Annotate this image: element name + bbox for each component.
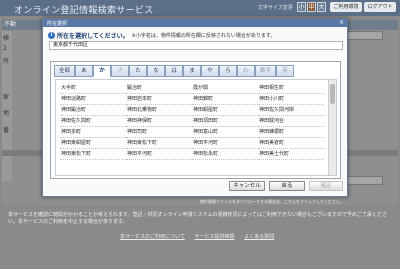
place-item[interactable]: 鍛冶町 (126, 83, 192, 94)
download-notice: 物件情報ファイルをダウンロードする場合は、こちらをクリックしてください。 (200, 199, 344, 204)
background-side-label: 地 (3, 110, 10, 117)
place-item[interactable]: 神田東紺屋町 (60, 138, 126, 149)
place-item[interactable]: 神田松永町 (192, 149, 258, 160)
cancel-button[interactable]: キャンセル (229, 181, 265, 191)
back-button[interactable]: 戻る (269, 181, 305, 191)
background-button (343, 176, 383, 185)
kana-tab[interactable]: あ (75, 65, 93, 77)
kana-tab[interactable]: ま (183, 65, 201, 77)
place-item[interactable]: 神田平河町 (192, 138, 258, 149)
link-service-hours[interactable]: サービス提供時間 (194, 234, 234, 240)
kana-tab[interactable]: か (93, 65, 111, 77)
confirm-button[interactable]: 確定 (309, 181, 343, 191)
app-title: オンライン登記情報検索サービス (14, 6, 154, 16)
place-item[interactable]: 神田鍛冶町 (60, 105, 126, 116)
kana-tabs: 全部あかさたなはまやらわ数字英 (54, 65, 294, 77)
kana-picker: 全部あかさたなはまやらわ数字英 大手町 鍛冶町 霞が関 神田相生町神田淡路町 神田岩本町… (50, 61, 341, 179)
place-item[interactable]: 神田紺屋町 (192, 105, 258, 116)
logout-button[interactable]: ログアウト (364, 2, 396, 12)
kana-tab[interactable]: わ (237, 65, 255, 77)
place-item[interactable]: 神田相生町 (258, 83, 324, 94)
kana-tab[interactable]: た (129, 65, 147, 77)
kana-tab[interactable]: 英 (276, 65, 294, 77)
background-sidebar (2, 31, 12, 181)
place-item[interactable]: 神田東松下町 (60, 149, 126, 160)
dialog-title: 所在選択 (47, 20, 68, 27)
place-list-scrollbar[interactable] (328, 80, 336, 175)
footer-links: 本サービスのご利用について サービス提供時間 よくある質問 (120, 233, 282, 240)
place-item[interactable]: 神田平河町 (126, 149, 192, 160)
font-size-large-button[interactable]: 大 (317, 2, 326, 12)
kana-tab[interactable]: さ (111, 65, 129, 77)
kana-tab[interactable]: 全部 (54, 65, 75, 77)
background-side-label: 所 (3, 58, 10, 65)
background-side-label: 番 (3, 127, 10, 134)
place-item[interactable]: 神田練塀町 (258, 127, 324, 138)
dialog-footer: キャンセル 戻る 確定 (43, 181, 349, 195)
place-item[interactable]: 神田司町 (126, 127, 192, 138)
place-item[interactable]: 神田佐久間町 (60, 116, 126, 127)
background-button (343, 31, 383, 40)
place-item[interactable]: 神田小川町 (258, 94, 324, 105)
instruction-row: i 所在を選択してください。 ※小字名は、物件情報の所在欄に反映されない場合があ… (48, 31, 275, 40)
instruction-note: ※小字名は、物件情報の所在欄に反映されない場合があります。 (131, 33, 276, 39)
place-grid: 大手町 鍛冶町 霞が関 神田相生町 神田淡路町 神田岩本町 神田錦町 神田小川町 神田鍛冶町 神田… (60, 83, 324, 160)
instruction-text: 所在を選択してください。 (57, 33, 129, 40)
kana-tab[interactable]: 数字 (255, 65, 276, 77)
place-item[interactable]: 神田東松下町 (126, 138, 192, 149)
kana-tab[interactable]: な (147, 65, 165, 77)
place-item[interactable]: 神田錦町 (192, 94, 258, 105)
place-item[interactable]: 神田多町 (60, 127, 126, 138)
close-icon[interactable]: × (339, 19, 344, 27)
info-icon: i (48, 32, 55, 39)
place-item[interactable]: 神田神保町 (126, 116, 192, 127)
place-list: 大手町 鍛冶町 霞が関 神田相生町 神田淡路町 神田岩本町 神田錦町 神田小川町 神田鍛冶町 神田… (55, 79, 337, 176)
place-item[interactable]: 神田淡路町 (60, 94, 126, 105)
place-item[interactable]: 神田美土代町 (258, 149, 324, 160)
place-item[interactable]: 神田北乗物町 (126, 105, 192, 116)
selected-address-field[interactable]: 東京都千代田区 (49, 41, 343, 50)
usage-environment-button[interactable]: ご利用環境 (330, 2, 362, 12)
dialog-titlebar: 所在選択 (43, 19, 347, 27)
scrollbar-thumb[interactable] (330, 84, 335, 104)
place-item[interactable]: 霞が関 (192, 83, 258, 94)
link-faq[interactable]: よくある質問 (244, 234, 274, 240)
footnote-text: 本サービスを確認に時間がかかることが考えられます。登記・供託オンライン申請システ… (8, 212, 387, 225)
link-about-service[interactable]: 本サービスのご利用について (120, 234, 185, 240)
location-select-dialog: 所在選択 × i 所在を選択してください。 ※小字名は、物件情報の所在欄に反映さ… (42, 18, 348, 197)
place-item[interactable]: 大手町 (60, 83, 126, 94)
kana-tab[interactable]: は (165, 65, 183, 77)
place-item[interactable]: 神田岩本町 (126, 94, 192, 105)
place-item[interactable]: 神田須田町 (192, 116, 258, 127)
place-item[interactable]: 神田駿河台 (258, 116, 324, 127)
font-size-small-button[interactable]: 小 (297, 2, 306, 12)
background-side-label: 2 (3, 45, 7, 52)
background-side-label: 家 (3, 94, 10, 101)
font-size-medium-button[interactable]: 中 (307, 2, 316, 12)
background-side-label: 検 (3, 35, 10, 42)
place-item[interactable]: 神田富山町 (192, 127, 258, 138)
kana-tab[interactable]: や (201, 65, 219, 77)
kana-tab[interactable]: ら (219, 65, 237, 77)
place-item[interactable]: 神田美倉町 (258, 138, 324, 149)
font-size-label: 文字サイズ変更 (258, 5, 293, 11)
place-item[interactable]: 神田佐久間河岸 (258, 105, 324, 116)
